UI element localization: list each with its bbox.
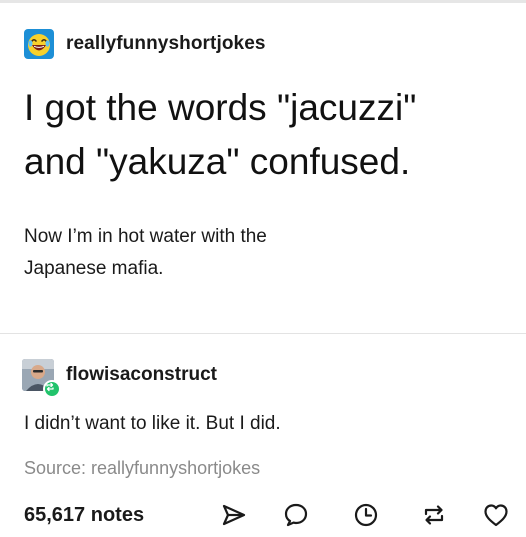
share-icon — [222, 504, 246, 526]
post-header: reallyfunnyshortjokes — [24, 29, 266, 59]
author-username[interactable]: reallyfunnyshortjokes — [66, 33, 266, 55]
post-actions — [0, 499, 526, 531]
reblog-icon — [424, 505, 444, 525]
source-link[interactable]: Source: reallyfunnyshortjokes — [24, 458, 260, 479]
author-avatar[interactable] — [24, 29, 54, 59]
share-button[interactable] — [218, 499, 250, 531]
post-footer: 65,617 notes — [0, 495, 526, 537]
post-headline: I got the words "jacuzzi" and "yakuza" c… — [24, 81, 504, 189]
reblog-divider — [0, 333, 526, 334]
reblog-badge-icon — [43, 380, 61, 398]
queue-icon — [354, 503, 378, 527]
reblog-button[interactable] — [418, 499, 450, 531]
top-border — [0, 0, 526, 3]
reply-icon — [284, 503, 308, 527]
reblog-header: flowisaconstruct — [22, 359, 217, 398]
reblogger-avatar[interactable] — [22, 359, 61, 398]
reblog-comment: I didn’t want to like it. But I did. — [24, 413, 281, 434]
like-button[interactable] — [480, 499, 512, 531]
reply-button[interactable] — [280, 499, 312, 531]
like-icon — [484, 504, 508, 527]
reblogger-username[interactable]: flowisaconstruct — [66, 364, 217, 386]
queue-button[interactable] — [350, 499, 382, 531]
laughing-emoji-icon — [28, 34, 50, 56]
body-line-1: Now I’m in hot water with the — [24, 226, 267, 247]
body-line-2: Japanese mafia. — [24, 258, 164, 279]
post-body: Now I’m in hot water with the Japanese m… — [24, 221, 494, 285]
headline-line-1: I got the words "jacuzzi" — [24, 87, 417, 128]
headline-line-2: and "yakuza" confused. — [24, 141, 411, 182]
